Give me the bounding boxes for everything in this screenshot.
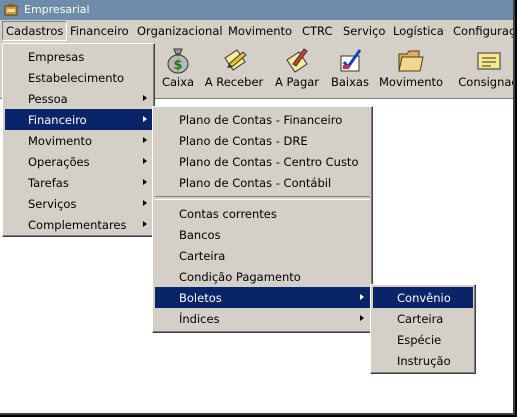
boletos-submenu: Convênio Carteira Espécie Instrução <box>370 284 476 374</box>
menu-item-label: Bancos <box>179 228 221 242</box>
menu-item-plano-contas-financeiro[interactable]: Plano de Contas - Financeiro <box>155 109 370 130</box>
write-document-icon <box>286 48 308 73</box>
menu-item-financeiro[interactable]: Financeiro <box>5 109 152 130</box>
toolbar-label: Consignaç <box>458 75 515 89</box>
menu-bar: Cadastros Financeiro Organizacional Movi… <box>0 20 513 42</box>
toolbar-movimento-button[interactable]: Movimento <box>378 44 444 94</box>
toolbar-a-pagar-button[interactable]: A Pagar <box>272 44 322 94</box>
menu-item-plano-contas-contabil[interactable]: Plano de Contas - Contábil <box>155 172 370 193</box>
menu-item-boletos[interactable]: Boletos <box>155 287 370 308</box>
menu-item-label: Movimento <box>28 134 93 148</box>
menu-item-label: Plano de Contas - DRE <box>179 134 308 148</box>
menu-servico[interactable]: Serviço <box>343 24 385 38</box>
menu-movimento[interactable]: Movimento <box>228 24 292 38</box>
submenu-arrow-icon <box>360 294 364 300</box>
title-bar[interactable]: Empresarial <box>0 0 513 20</box>
menu-item-label: Carteira <box>179 249 226 263</box>
submenu-arrow-icon <box>143 137 147 143</box>
menu-item-condicao-pagamento[interactable]: Condição Pagamento <box>155 266 370 287</box>
menu-item-movimento[interactable]: Movimento <box>5 130 152 151</box>
menu-item-label: Empresas <box>28 50 85 64</box>
menu-item-label: Financeiro <box>28 113 87 127</box>
menu-configuracoes[interactable]: Configuraç <box>453 24 513 38</box>
menu-item-carteira-boleto[interactable]: Carteira <box>373 308 473 329</box>
menu-item-indices[interactable]: Índices <box>155 308 370 329</box>
menu-item-especie[interactable]: Espécie <box>373 329 473 350</box>
menu-item-label: Plano de Contas - Centro Custo <box>179 155 359 169</box>
submenu-arrow-icon <box>143 221 147 227</box>
toolbar-label: A Pagar <box>274 75 320 89</box>
menu-logistica[interactable]: Logística <box>393 24 444 38</box>
submenu-arrow-icon <box>143 200 147 206</box>
toolbar-label: Caixa <box>161 75 195 89</box>
svg-text:$: $ <box>173 58 182 73</box>
toolbar-consignacao-button[interactable]: Consignaç <box>457 44 515 94</box>
menu-item-plano-contas-centro-custo[interactable]: Plano de Contas - Centro Custo <box>155 151 370 172</box>
submenu-arrow-icon <box>143 158 147 164</box>
toolbar-label: A Receber <box>204 75 264 89</box>
menu-item-label: Operações <box>28 155 90 169</box>
folder-icon <box>398 50 424 72</box>
menu-item-label: Estabelecimento <box>28 71 125 85</box>
submenu-arrow-icon <box>143 179 147 185</box>
menu-item-label: Plano de Contas - Financeiro <box>179 113 343 127</box>
menu-item-contas-correntes[interactable]: Contas correntes <box>155 203 370 224</box>
submenu-arrow-icon <box>143 95 147 101</box>
note-icon <box>477 52 501 70</box>
menu-item-label: Boletos <box>179 291 222 305</box>
menu-item-label: Instrução <box>397 354 451 368</box>
menu-financeiro[interactable]: Financeiro <box>70 24 129 38</box>
menu-item-carteira[interactable]: Carteira <box>155 245 370 266</box>
menu-item-label: Complementares <box>28 218 127 232</box>
toolbar-caixa-button[interactable]: $ Caixa <box>158 44 198 94</box>
cadastros-menu: Empresas Estabelecimento Pessoa Financei… <box>2 43 155 237</box>
menu-item-label: Plano de Contas - Contábil <box>179 176 332 190</box>
menu-item-estabelecimento[interactable]: Estabelecimento <box>5 67 152 88</box>
menu-item-label: Tarefas <box>28 176 69 190</box>
menu-cadastros[interactable]: Cadastros <box>2 21 68 41</box>
checkmark-form-icon <box>340 49 362 72</box>
submenu-arrow-icon <box>143 116 147 122</box>
menu-item-complementares[interactable]: Complementares <box>5 214 152 235</box>
toolbar-baixas-button[interactable]: Baixas <box>330 44 370 94</box>
menu-ctrc[interactable]: CTRC <box>302 24 333 38</box>
financeiro-submenu: Plano de Contas - Financeiro Plano de Co… <box>152 106 373 333</box>
menu-item-label: Carteira <box>397 312 444 326</box>
submenu-arrow-icon <box>360 315 364 321</box>
menu-item-plano-contas-dre[interactable]: Plano de Contas - DRE <box>155 130 370 151</box>
menu-item-empresas[interactable]: Empresas <box>5 46 152 67</box>
money-bag-icon: $ <box>167 48 189 74</box>
menu-item-label: Espécie <box>397 333 442 347</box>
app-icon <box>4 4 18 16</box>
menu-item-label: Índices <box>179 312 220 326</box>
toolbar-a-receber-button[interactable]: A Receber <box>204 44 264 94</box>
menu-organizacional[interactable]: Organizacional <box>137 24 223 38</box>
menu-item-operacoes[interactable]: Operações <box>5 151 152 172</box>
menu-item-instrucao[interactable]: Instrução <box>373 350 473 371</box>
window-title: Empresarial <box>24 3 90 16</box>
menu-item-bancos[interactable]: Bancos <box>155 224 370 245</box>
menu-item-label: Pessoa <box>28 92 68 106</box>
menu-item-servicos[interactable]: Serviços <box>5 193 152 214</box>
menu-item-label: Condição Pagamento <box>179 270 301 284</box>
menu-item-convenio[interactable]: Convênio <box>373 287 473 308</box>
menu-item-label: Serviços <box>28 197 77 211</box>
pencil-document-icon <box>224 49 247 71</box>
menu-separator <box>155 196 370 200</box>
menu-item-pessoa[interactable]: Pessoa <box>5 88 152 109</box>
toolbar-label: Baixas <box>331 75 369 89</box>
toolbar-label: Movimento <box>378 75 444 89</box>
menu-item-tarefas[interactable]: Tarefas <box>5 172 152 193</box>
menu-item-label: Contas correntes <box>179 207 277 221</box>
menu-item-label: Convênio <box>397 291 451 305</box>
